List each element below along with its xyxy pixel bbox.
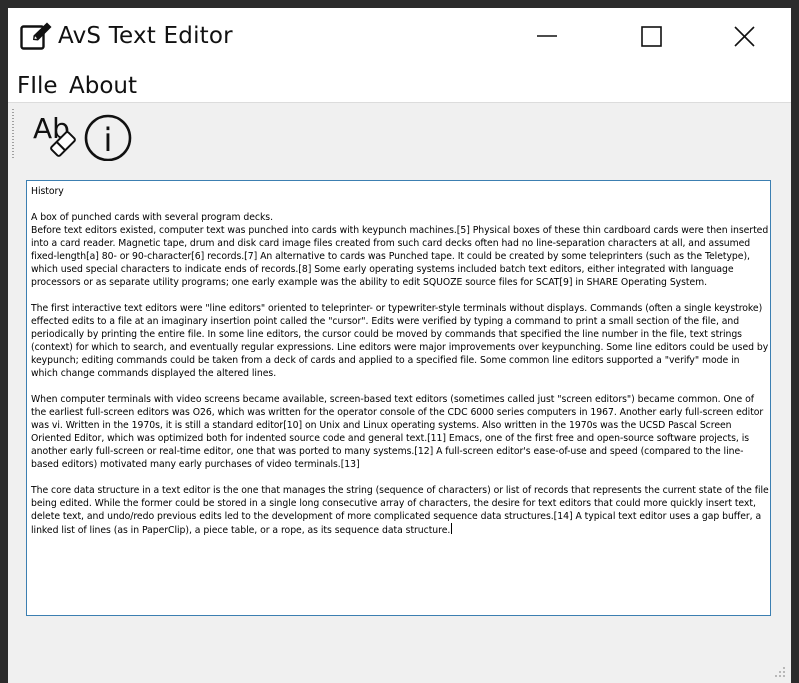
maximize-icon <box>641 26 662 47</box>
resize-grip[interactable] <box>775 667 785 677</box>
edit-icon <box>20 21 54 51</box>
close-icon <box>734 26 755 47</box>
spell-check-button[interactable]: Ab <box>30 107 82 161</box>
info-icon: i <box>84 114 132 162</box>
toolbar-grip[interactable] <box>12 109 14 159</box>
editor-content[interactable]: History A box of punched cards with seve… <box>31 185 769 537</box>
minimize-icon <box>537 35 557 37</box>
title-bar[interactable]: AvS Text Editor <box>8 8 791 64</box>
menu-file[interactable]: FIle <box>17 73 58 99</box>
text-cursor <box>451 523 453 534</box>
maximize-button[interactable] <box>628 8 674 64</box>
minimize-button[interactable] <box>524 8 570 64</box>
toolbar: Ab i <box>8 102 791 167</box>
menu-bar: FIle About <box>8 64 791 102</box>
app-window: AvS Text Editor FIle About Ab i History … <box>8 8 791 683</box>
menu-about[interactable]: About <box>69 73 137 99</box>
spell-check-eraser-icon: Ab <box>33 112 76 157</box>
close-button[interactable] <box>721 8 767 64</box>
text-editor-area[interactable]: History A box of punched cards with seve… <box>26 180 771 616</box>
about-button[interactable]: i <box>82 107 134 162</box>
editor-text: History A box of punched cards with seve… <box>31 186 769 536</box>
info-glyph: i <box>104 121 113 159</box>
window-title: AvS Text Editor <box>58 23 233 49</box>
